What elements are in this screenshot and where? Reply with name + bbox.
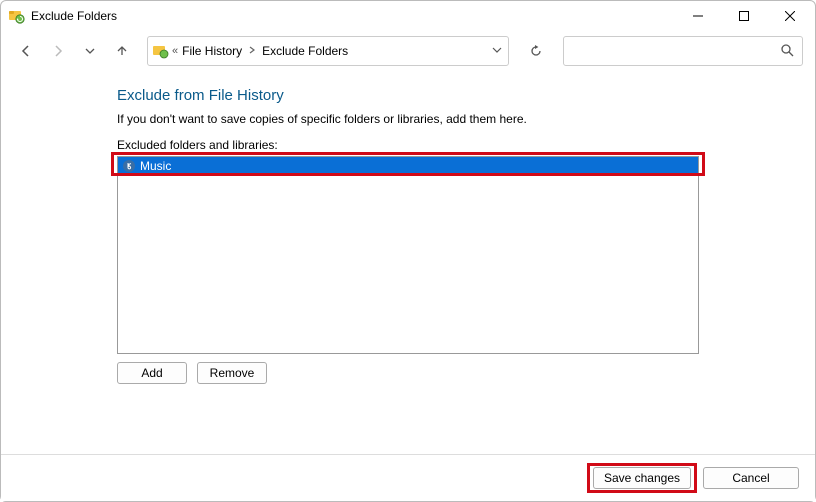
control-panel-icon: [152, 42, 170, 60]
chevron-right-icon: [244, 46, 260, 57]
nav-forward-button[interactable]: [45, 38, 71, 64]
page-description: If you don't want to save copies of spec…: [117, 112, 699, 126]
cancel-button[interactable]: Cancel: [703, 467, 799, 489]
footer: Save changes Cancel: [1, 455, 815, 501]
navbar: « File History Exclude Folders: [1, 31, 815, 71]
titlebar: Exclude Folders: [1, 1, 815, 31]
listbox-label: Excluded folders and libraries:: [117, 138, 699, 152]
list-item[interactable]: Music: [118, 157, 698, 175]
maximize-button[interactable]: [721, 1, 767, 31]
nav-history-dropdown[interactable]: [77, 38, 103, 64]
breadcrumb-dropdown[interactable]: [492, 44, 502, 58]
exclude-folders-window: Exclude Folders: [0, 0, 816, 502]
add-button[interactable]: Add: [117, 362, 187, 384]
remove-button[interactable]: Remove: [197, 362, 267, 384]
search-icon: [780, 43, 794, 60]
minimize-button[interactable]: [675, 1, 721, 31]
nav-up-button[interactable]: [109, 38, 135, 64]
window-title: Exclude Folders: [31, 9, 117, 23]
content-pane: Exclude from File History If you don't w…: [1, 71, 815, 436]
save-changes-button[interactable]: Save changes: [593, 467, 691, 489]
breadcrumb[interactable]: « File History Exclude Folders: [147, 36, 509, 66]
music-library-icon: [122, 159, 136, 173]
breadcrumb-segment-file-history[interactable]: File History: [180, 44, 244, 58]
page-heading: Exclude from File History: [117, 87, 699, 104]
breadcrumb-prev-indicator[interactable]: «: [172, 45, 180, 57]
refresh-button[interactable]: [521, 36, 551, 66]
excluded-listbox[interactable]: Music: [117, 156, 699, 354]
close-button[interactable]: [767, 1, 813, 31]
search-input[interactable]: [563, 36, 803, 66]
breadcrumb-segment-exclude-folders[interactable]: Exclude Folders: [260, 44, 350, 58]
list-item-label: Music: [140, 159, 171, 173]
app-icon: [9, 8, 25, 24]
nav-back-button[interactable]: [13, 38, 39, 64]
